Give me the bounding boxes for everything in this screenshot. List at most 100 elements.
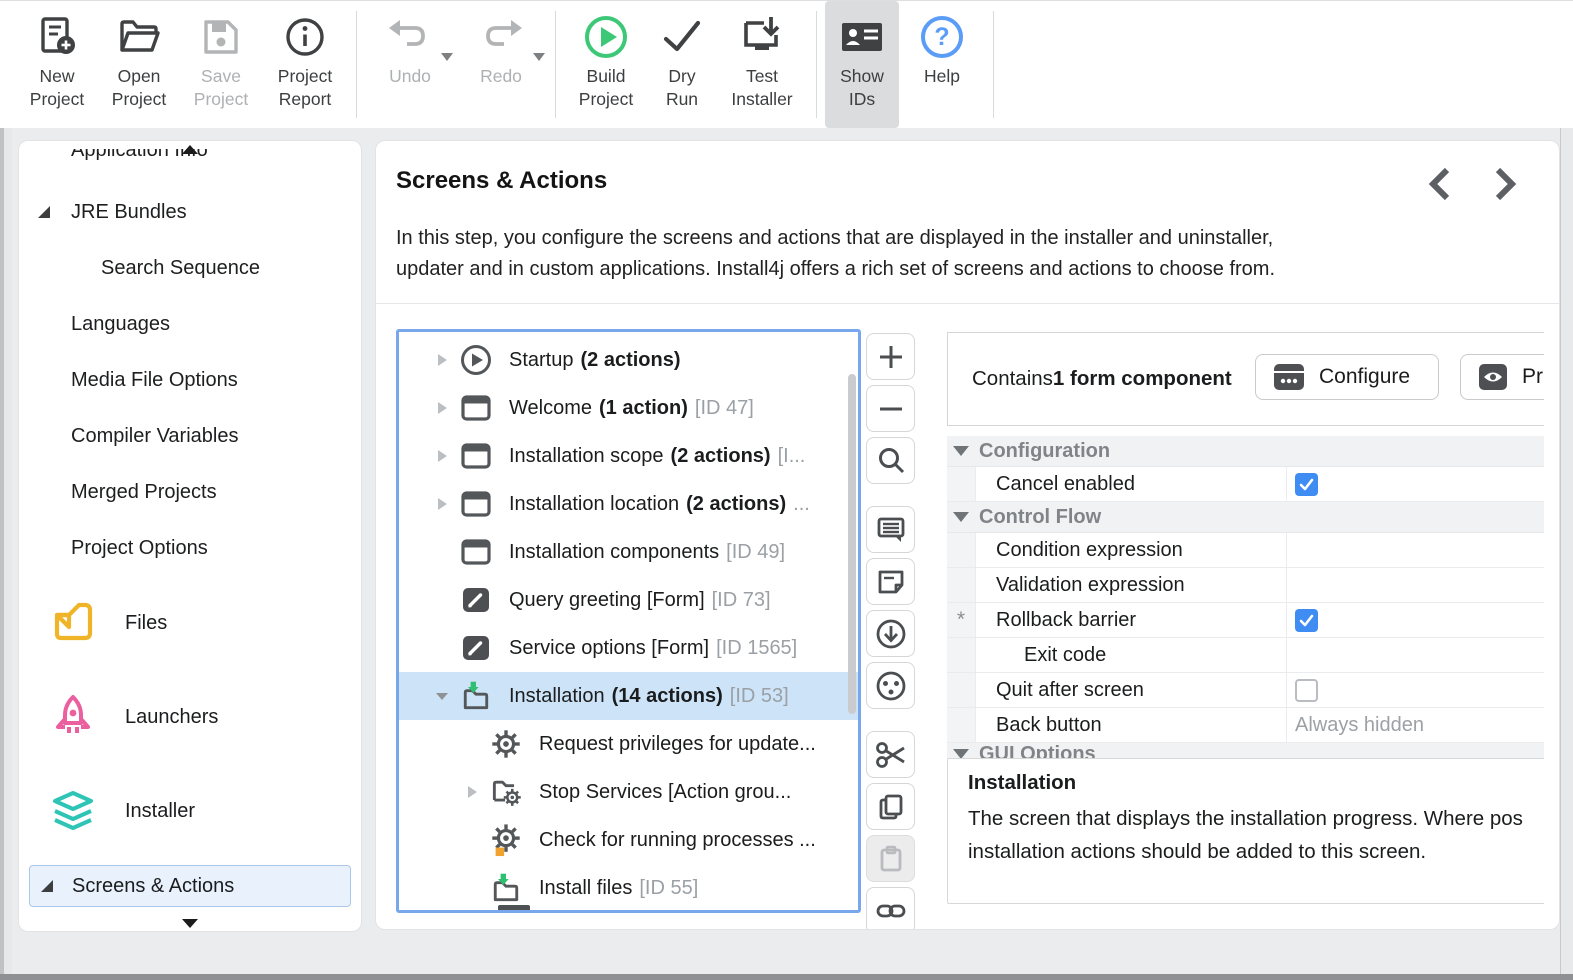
property-name: Cancel enabled [976, 467, 1287, 501]
sidebar-item-media-file-options[interactable]: Media File Options [19, 366, 361, 394]
section-header-control-flow[interactable]: Control Flow [947, 502, 1544, 533]
info-circle-icon [282, 12, 328, 62]
minus-icon [879, 407, 902, 410]
section-header-configuration[interactable]: Configuration [947, 436, 1544, 467]
property-row-quit-after-screen[interactable]: Quit after screen [947, 673, 1544, 708]
cut-button[interactable] [866, 731, 915, 778]
property-value-empty[interactable] [1287, 533, 1544, 567]
row-gutter [947, 708, 976, 742]
property-row-validation-expression[interactable]: Validation expression [947, 568, 1544, 603]
tree-item-id: [ID 1565] [716, 636, 798, 659]
preview-button[interactable]: Pr [1460, 354, 1544, 400]
tree-item-query-greeting[interactable]: Query greeting [Form] [ID 73] [399, 576, 858, 624]
tree-item-service-options[interactable]: Service options [Form] [ID 1565] [399, 624, 858, 672]
socket-button[interactable] [866, 662, 915, 709]
download-screen-button[interactable] [866, 610, 915, 657]
new-project-button[interactable]: New Project [16, 1, 98, 128]
property-name: Condition expression [976, 533, 1287, 567]
property-row-cancel-enabled[interactable]: Cancel enabled [947, 467, 1544, 502]
screens-actions-tree[interactable]: Startup (2 actions) Welcome (1 action) [… [396, 329, 861, 913]
test-installer-button[interactable]: Test Installer [716, 1, 808, 128]
undo-dropdown-arrow[interactable] [441, 53, 453, 61]
property-name: Validation expression [976, 568, 1287, 602]
search-button[interactable] [866, 437, 915, 484]
collapsed-expander-icon[interactable] [425, 351, 459, 369]
svg-text:?: ? [934, 23, 949, 51]
remove-button[interactable] [866, 385, 915, 432]
sidebar-item-search-sequence[interactable]: Search Sequence [19, 254, 361, 282]
property-value-empty[interactable] [1287, 638, 1544, 672]
collapsed-expander-icon[interactable] [425, 447, 459, 465]
copy-button[interactable] [866, 783, 915, 830]
note-button[interactable] [866, 558, 915, 605]
tree-scrollbar-thumb[interactable] [848, 374, 856, 714]
checkbox-unchecked[interactable] [1295, 678, 1318, 702]
tree-item-check-running-processes[interactable]: Check for running processes ... [399, 816, 858, 864]
build-project-button[interactable]: Build Project [564, 1, 648, 128]
sidebar-item-files[interactable]: Files [19, 599, 361, 647]
sidebar-item-jre-bundles[interactable]: JRE Bundles [19, 198, 361, 226]
link-button[interactable] [866, 887, 915, 929]
screen-icon [459, 391, 493, 425]
help-label: Help [924, 66, 960, 86]
redo-button[interactable]: Redo [455, 1, 547, 128]
property-row-rollback-barrier[interactable]: * Rollback barrier [947, 603, 1544, 638]
sidebar-item-screens-actions[interactable]: Screens & Actions [29, 865, 351, 907]
sidebar-item-installer[interactable]: Installer [19, 787, 361, 835]
add-button[interactable] [866, 333, 915, 380]
tree-item-label: Service options [Form] [509, 636, 710, 659]
redo-label: Redo [480, 66, 522, 86]
tree-item-installation-scope[interactable]: Installation scope (2 actions) [I... [399, 432, 858, 480]
tree-item-id: [ID 53] [729, 684, 789, 707]
toolbar-separator [555, 11, 556, 118]
property-value[interactable]: Always hidden [1295, 714, 1424, 737]
open-project-button[interactable]: Open Project [98, 1, 180, 128]
sidebar-item-compiler-variables[interactable]: Compiler Variables [19, 422, 361, 450]
sidebar-item-label: Application Info [71, 149, 208, 161]
property-row-exit-code[interactable]: Exit code [947, 638, 1544, 673]
checkbox-checked[interactable] [1295, 472, 1318, 496]
sidebar-item-languages[interactable]: Languages [19, 310, 361, 338]
configure-button[interactable]: Configure [1255, 354, 1439, 400]
checkbox-checked[interactable] [1295, 608, 1318, 632]
sidebar-item-launchers[interactable]: Launchers [19, 693, 361, 741]
collapsed-expander-icon[interactable] [425, 399, 459, 417]
help-button[interactable]: ? Help [899, 1, 985, 128]
tree-item-installation-components[interactable]: Installation components [ID 49] [399, 528, 858, 576]
tree-item-label: Installation components [509, 540, 720, 563]
tree-item-installation-location[interactable]: Installation location (2 actions) ... [399, 480, 858, 528]
tree-item-startup[interactable]: Startup (2 actions) [399, 336, 858, 384]
tree-item-installation[interactable]: Installation (14 actions) [ID 53] [399, 672, 858, 720]
save-project-button[interactable]: Save Project [180, 1, 262, 128]
down-circle-icon [876, 619, 905, 648]
note-icon [878, 570, 903, 593]
sidebar-item-application-info[interactable]: Application Info [19, 149, 361, 168]
tree-item-id: [I... [777, 444, 806, 467]
collapsed-expander-icon[interactable] [455, 783, 489, 801]
sidebar-item-project-options[interactable]: Project Options [19, 534, 361, 562]
plus-icon [879, 345, 902, 368]
id-card-icon [837, 12, 887, 62]
property-row-back-button[interactable]: Back button Always hidden [947, 708, 1544, 743]
scroll-down-arrow[interactable] [182, 919, 198, 928]
dry-run-button[interactable]: Dry Run [648, 1, 716, 128]
modified-asterisk: * [947, 603, 976, 637]
tree-item-stop-services[interactable]: Stop Services [Action grou... [399, 768, 858, 816]
comment-button[interactable] [866, 506, 915, 553]
collapsed-expander-icon[interactable] [425, 495, 459, 513]
tree-item-welcome[interactable]: Welcome (1 action) [ID 47] [399, 384, 858, 432]
link-icon [876, 904, 905, 917]
project-report-button[interactable]: Project Report [262, 1, 348, 128]
show-ids-button[interactable]: Show IDs [825, 1, 899, 128]
undo-button[interactable]: Undo [365, 1, 455, 128]
tree-item-install-files[interactable]: Install files [ID 55] [399, 864, 858, 910]
sidebar-item-merged-projects[interactable]: Merged Projects [19, 478, 361, 506]
expanded-expander-icon[interactable] [425, 687, 459, 705]
description-line2: installation actions should be added to … [968, 840, 1427, 863]
tree-item-request-privileges[interactable]: Request privileges for update... [399, 720, 858, 768]
property-row-condition-expression[interactable]: Condition expression [947, 533, 1544, 568]
redo-dropdown-arrow[interactable] [533, 53, 545, 61]
redo-arrow-icon [477, 12, 525, 62]
paste-button[interactable] [866, 835, 915, 882]
property-value-empty[interactable] [1287, 568, 1544, 602]
